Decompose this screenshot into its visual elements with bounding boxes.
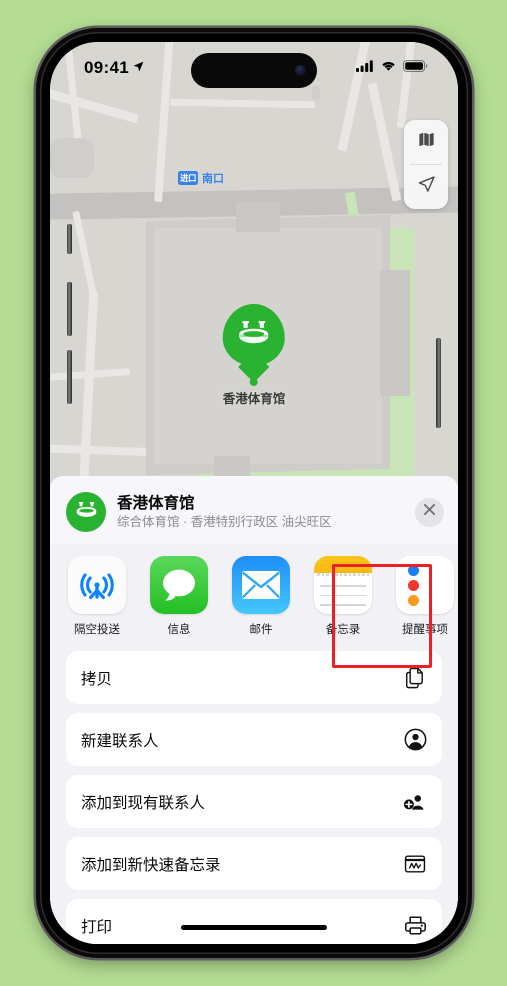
share-target-label: 备忘录 <box>325 624 361 636</box>
action-group: 添加到新快速备忘录 <box>66 837 442 890</box>
notes-icon-line <box>320 585 366 587</box>
map-icon <box>417 130 436 154</box>
doc-on-doc-icon <box>403 666 427 690</box>
status-bar-time-group: 09:41 <box>84 58 145 78</box>
action-group: 打印 <box>66 899 442 944</box>
power-button[interactable] <box>436 338 441 428</box>
map-poi-badge: 进口 <box>178 171 199 185</box>
map-poi-label-text: 南口 <box>202 173 225 185</box>
person-circle-icon <box>403 728 427 752</box>
airdrop-icon <box>68 556 126 614</box>
status-bar-indicators <box>356 59 428 77</box>
share-sheet-header: 香港体育馆 综合体育馆 · 香港特别行政区 油尖旺区 <box>50 476 458 544</box>
map-pin[interactable]: 香港体育馆 <box>222 304 286 407</box>
front-camera-icon <box>295 65 306 76</box>
share-target-label: 隔空投送 <box>74 624 120 636</box>
stadium-icon <box>75 501 98 524</box>
notes-icon-perforation <box>314 573 372 577</box>
stadium-icon <box>237 320 271 351</box>
share-target-notes[interactable]: 备忘录 <box>312 556 374 637</box>
volume-down-button[interactable] <box>67 350 72 404</box>
share-actions-list: 拷贝 新建联系人 添加到现有联系人 添加到新快速备忘录 打印 <box>50 647 458 944</box>
phone-screen: 进口 南口 香港体育馆 09:41 香港体育馆 综合体育馆 · 香港特别行政区 … <box>50 42 458 944</box>
action-add-to-new-quick-note[interactable]: 添加到新快速备忘录 <box>66 837 442 890</box>
home-indicator[interactable] <box>181 924 327 930</box>
map-pin-anchor-dot <box>249 378 258 386</box>
battery-full-icon <box>403 59 428 77</box>
map-poi-label[interactable]: 进口 南口 <box>178 170 224 186</box>
share-target-label: 信息 <box>167 624 191 636</box>
close-icon <box>423 503 436 521</box>
action-label: 添加到新快速备忘录 <box>81 856 221 874</box>
locate-me-button[interactable] <box>404 165 448 209</box>
share-target-label: 提醒事项 <box>402 624 448 636</box>
share-target-messages[interactable]: 信息 <box>148 556 210 637</box>
cellular-bars-icon <box>356 59 374 77</box>
share-targets-row[interactable]: 隔空投送 信息 邮件 备忘录 提醒事项 <box>50 544 458 647</box>
notes-icon <box>314 556 372 614</box>
messages-icon <box>150 556 208 614</box>
volume-up-button[interactable] <box>67 282 72 336</box>
share-target-reminders[interactable]: 提醒事项 <box>394 556 456 637</box>
status-bar-time: 09:41 <box>84 58 129 77</box>
share-target-label: 邮件 <box>249 624 273 636</box>
avatar <box>66 492 106 532</box>
close-button[interactable] <box>415 497 444 527</box>
action-label: 拷贝 <box>81 670 113 688</box>
location-arrow-icon <box>132 58 145 78</box>
action-group: 添加到现有联系人 <box>66 775 442 828</box>
location-arrow-icon <box>416 174 437 200</box>
action-group: 新建联系人 <box>66 713 442 766</box>
wifi-icon <box>380 59 397 77</box>
quick-note-icon <box>403 852 427 876</box>
action-group: 拷贝 <box>66 651 442 704</box>
map-pin-label: 香港体育馆 <box>222 392 286 406</box>
action-add-to-existing-contact[interactable]: 添加到现有联系人 <box>66 775 442 828</box>
phone-frame: 进口 南口 香港体育馆 09:41 香港体育馆 综合体育馆 · 香港特别行政区 … <box>36 28 472 958</box>
notes-icon-header <box>314 556 372 573</box>
share-sheet: 香港体育馆 综合体育馆 · 香港特别行政区 油尖旺区 隔空投送 信息 邮件 备忘… <box>50 476 458 944</box>
map-pin-bubble <box>222 304 285 366</box>
map-controls <box>404 120 448 209</box>
share-target-airdrop[interactable]: 隔空投送 <box>66 556 128 637</box>
page-subtitle: 综合体育馆 · 香港特别行政区 油尖旺区 <box>117 515 332 530</box>
action-copy[interactable]: 拷贝 <box>66 651 442 704</box>
notes-icon-line <box>320 594 366 596</box>
notes-icon-line <box>320 604 366 606</box>
action-label: 添加到现有联系人 <box>81 794 206 812</box>
action-new-contact[interactable]: 新建联系人 <box>66 713 442 766</box>
share-target-mail[interactable]: 邮件 <box>230 556 292 637</box>
share-sheet-title-group: 香港体育馆 综合体育馆 · 香港特别行政区 油尖旺区 <box>117 494 404 531</box>
person-badge-plus-icon <box>403 790 427 814</box>
printer-icon <box>403 914 427 938</box>
reminders-icon <box>396 556 454 614</box>
silent-switch-button[interactable] <box>67 224 72 254</box>
mail-icon <box>232 556 290 614</box>
action-label: 新建联系人 <box>81 732 159 750</box>
dynamic-island[interactable] <box>191 53 317 88</box>
action-print[interactable]: 打印 <box>66 899 442 944</box>
page-title: 香港体育馆 <box>117 494 195 512</box>
map-layers-button[interactable] <box>404 120 448 164</box>
